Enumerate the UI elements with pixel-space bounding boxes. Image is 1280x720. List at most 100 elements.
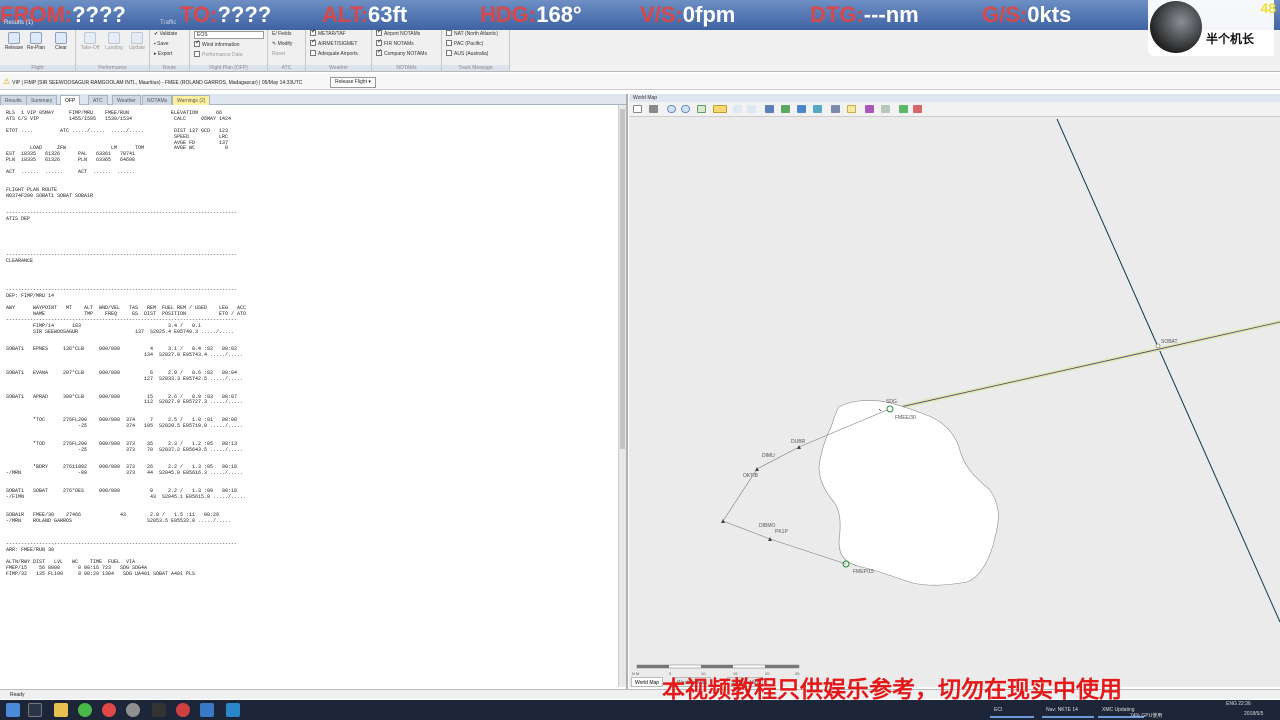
map-header: World Map	[629, 94, 1280, 102]
ribbon-tab-traffic[interactable]: Traffic	[160, 20, 176, 26]
replan-button[interactable]: Re-Plan	[25, 32, 47, 51]
ribbon-toolbar: Results (1) Traffic Release Re-Plan Clea…	[0, 20, 1280, 72]
tab-results[interactable]: Results	[0, 95, 27, 105]
ribbon-group-label: Route	[150, 65, 189, 71]
vor-layer-icon[interactable]	[765, 105, 774, 113]
link-icon[interactable]	[899, 105, 908, 113]
ribbon-group-label: Flight Plan (OFP)	[190, 65, 267, 71]
avatar	[1150, 1, 1202, 53]
ribbon-group-label: NOTAMs	[372, 65, 441, 71]
wind-info-checkbox[interactable]: Wind information	[194, 39, 240, 49]
save-button[interactable]: ▪ Save	[154, 40, 169, 48]
ndb-layer-icon[interactable]	[781, 105, 790, 113]
tab-ofp[interactable]: OFP	[60, 95, 81, 105]
search-icon[interactable]	[28, 703, 42, 717]
nat-checkbox[interactable]: NAT (North Atlantic)	[446, 30, 498, 38]
vs-readout: V/S:0fpm	[640, 2, 736, 27]
release-flight-button[interactable]: Release Flight ▾	[330, 77, 376, 88]
ofp-tab-strip: Results Summary OFP ATC Weather NOTAMs W…	[0, 94, 626, 105]
fir-layer-icon[interactable]	[813, 105, 822, 113]
gpu-usage: 74% GPU使用	[1130, 713, 1163, 719]
clear-icon	[55, 32, 67, 44]
tab-weather[interactable]: Weather	[112, 95, 141, 105]
chrome-icon[interactable]	[102, 703, 116, 717]
map-toolbar	[629, 102, 1280, 117]
app-icon[interactable]	[152, 703, 166, 717]
terrain-layer-icon[interactable]	[881, 105, 890, 113]
dtg-readout: DTG:---nm	[810, 2, 919, 27]
sobat-waypoint-marker[interactable]	[1155, 343, 1161, 349]
export-button[interactable]: ▸ Export	[154, 50, 172, 58]
aus-checkbox[interactable]: AUS (Australia)	[446, 50, 488, 58]
ofp-scrollbar[interactable]	[618, 105, 626, 687]
crosshair-icon[interactable]	[733, 105, 742, 113]
ofp-text-panel[interactable]: RLS 1 VIP 05MAY FIMP/MRU FMEE/RUN ELEVAT…	[0, 105, 618, 687]
pac-checkbox[interactable]: PAC (Pacific)	[446, 40, 483, 48]
airport-layer-icon[interactable]	[831, 105, 840, 113]
reset-button[interactable]: Reset	[272, 50, 285, 58]
fit-route-icon[interactable]	[697, 105, 706, 113]
app-icon[interactable]	[200, 703, 214, 717]
wechat-icon[interactable]	[78, 703, 92, 717]
ribbon-group-performance: Take-Off Landing Update Performance	[76, 30, 150, 72]
zoom-in-icon[interactable]	[667, 105, 676, 113]
fir-notams-checkbox[interactable]: FIR NOTAMs	[376, 38, 414, 48]
dropdown-arrow-icon: ▾	[368, 79, 371, 85]
app-icon[interactable]	[176, 703, 190, 717]
company-notams-checkbox[interactable]: Company NOTAMs	[376, 48, 427, 58]
tab-warnings[interactable]: Warnings (2)	[172, 95, 211, 105]
airport-notams-checkbox[interactable]: Airport NOTAMs	[376, 28, 420, 38]
map-svg[interactable]: SOBAT FMEE/30 SDG FMEP/15 DUBR DIMU OKTI…	[629, 117, 1280, 687]
landing-button[interactable]: Landing	[102, 32, 126, 51]
channel-badge: 半个机长	[1148, 0, 1274, 56]
release-button[interactable]: Release	[3, 32, 25, 51]
perf-data-checkbox[interactable]: Performance Data	[194, 51, 243, 59]
clear-button[interactable]: Clear	[50, 32, 72, 51]
ribbon-group-label: ATC	[268, 65, 305, 71]
start-icon[interactable]	[6, 703, 20, 717]
dimu-label: DIMU	[762, 453, 775, 459]
pane-splitter[interactable]	[626, 94, 628, 690]
ribbon-tab-results[interactable]: Results (1)	[4, 20, 33, 26]
waypoint-triangle	[755, 467, 759, 471]
tab-world-map[interactable]: World Map	[631, 677, 664, 687]
route-mode-icon[interactable]	[713, 105, 727, 113]
takeoff-button[interactable]: Take-Off	[78, 32, 102, 51]
app-icon[interactable]	[126, 703, 140, 717]
waypoint-icon[interactable]	[747, 105, 756, 113]
sdg-label: SDG	[886, 399, 897, 405]
adequate-checkbox[interactable]: Adequate Airports	[310, 50, 358, 58]
dibmo-label: DIBMO	[759, 523, 776, 529]
print-icon[interactable]	[649, 105, 658, 113]
tab-notams[interactable]: NOTAMs	[142, 95, 173, 105]
airmet-checkbox[interactable]: AIRMET/SIGMET	[310, 38, 357, 48]
world-map-canvas[interactable]: SOBAT FMEE/30 SDG FMEP/15 DUBR DIMU OKTI…	[629, 117, 1280, 687]
ofp-format-select[interactable]: EOS	[194, 31, 264, 39]
update-button[interactable]: Update	[126, 32, 148, 51]
efields-button[interactable]: E/ Fields	[272, 30, 291, 38]
explorer-icon[interactable]	[54, 703, 68, 717]
tab-atc[interactable]: ATC	[88, 95, 108, 105]
app-icon[interactable]	[226, 703, 240, 717]
scrollbar-thumb[interactable]	[620, 109, 625, 449]
alt-readout: ALT:63ft	[322, 2, 408, 27]
metar-checkbox[interactable]: METAR/TAF	[310, 28, 346, 38]
modify-button[interactable]: ✎ Modify	[272, 40, 292, 48]
weather-layer-icon[interactable]	[865, 105, 874, 113]
settings-icon[interactable]	[913, 105, 922, 113]
to-readout: TO:????	[180, 2, 272, 27]
ribbon-group-flight: Release Re-Plan Clear Flight	[0, 30, 76, 72]
ribbon-group-label: Performance	[76, 65, 149, 71]
airway-layer-icon[interactable]	[797, 105, 806, 113]
update-icon	[131, 32, 143, 44]
ribbon-group-atc: E/ Fields ✎ Modify Reset ATC	[268, 30, 306, 72]
tray-date: 2018/5/5	[1244, 711, 1264, 717]
zoom-out-icon[interactable]	[681, 105, 690, 113]
tab-summary[interactable]: Summary	[26, 95, 58, 105]
sid-star-icon[interactable]	[847, 105, 856, 113]
layers-icon[interactable]	[633, 105, 642, 113]
warning-icon: ⚠	[3, 77, 11, 86]
release-icon	[8, 32, 20, 44]
ribbon-group-track: NAT (North Atlantic) PAC (Pacific) AUS (…	[442, 30, 510, 72]
validate-button[interactable]: ✔ Validate	[154, 30, 177, 38]
